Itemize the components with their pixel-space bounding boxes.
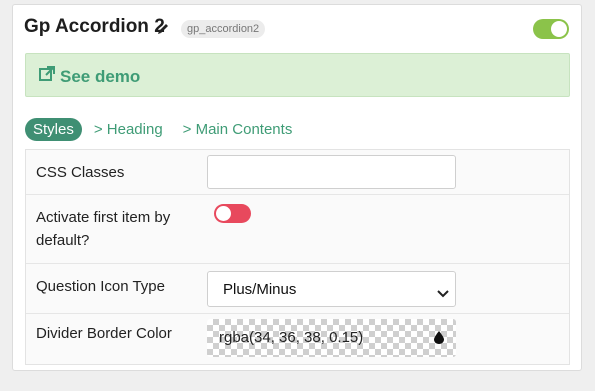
divider-color-field[interactable]: rgba(34, 36, 38, 0.15) [207, 319, 456, 357]
question-icon-select[interactable]: Plus/Minus [207, 271, 456, 307]
css-classes-label: CSS Classes [36, 164, 125, 181]
css-classes-input[interactable] [207, 155, 456, 189]
divider-color-value: rgba(34, 36, 38, 0.15) [219, 329, 364, 346]
pencil-icon[interactable] [157, 22, 170, 35]
drop-icon[interactable] [434, 331, 444, 349]
tab-main-contents[interactable]: > Main Contents [183, 121, 293, 138]
module-slug-badge: gp_accordion2 [181, 20, 266, 38]
chevron-down-icon [437, 285, 449, 303]
divider-color-label: Divider Border Color [36, 325, 172, 342]
question-icon-value: Plus/Minus [223, 281, 297, 298]
setting-row-question-icon: Question Icon Type Plus/Minus [26, 264, 569, 314]
see-demo-link[interactable]: See demo [38, 65, 140, 88]
tab-styles[interactable]: Styles [25, 117, 82, 141]
toggle-knob [216, 206, 231, 221]
tab-heading[interactable]: > Heading [94, 121, 163, 138]
module-title: Gp Accordion 2 [24, 16, 165, 37]
setting-row-divider-color: Divider Border Color rgba(34, 36, 38, 0.… [26, 314, 569, 364]
setting-row-css-classes: CSS Classes [26, 150, 569, 195]
activate-first-toggle[interactable] [214, 204, 251, 223]
setting-row-activate-first: Activate first item by default? [26, 195, 569, 264]
activate-first-label: Activate first item by default? [36, 209, 171, 249]
question-icon-label: Question Icon Type [36, 278, 165, 295]
module-enable-toggle[interactable] [533, 19, 569, 39]
settings-panel: CSS Classes Activate first item by defau… [25, 149, 570, 365]
module-header: Gp Accordion 2 gp_accordion2 [13, 5, 581, 51]
toggle-knob [551, 21, 567, 37]
settings-tabs: Styles > Heading > Main Contents [25, 117, 312, 141]
see-demo-label: See demo [60, 66, 141, 86]
external-link-icon [38, 65, 60, 88]
module-card: Gp Accordion 2 gp_accordion2 See demo St… [12, 4, 582, 371]
demo-banner: See demo [25, 53, 570, 97]
